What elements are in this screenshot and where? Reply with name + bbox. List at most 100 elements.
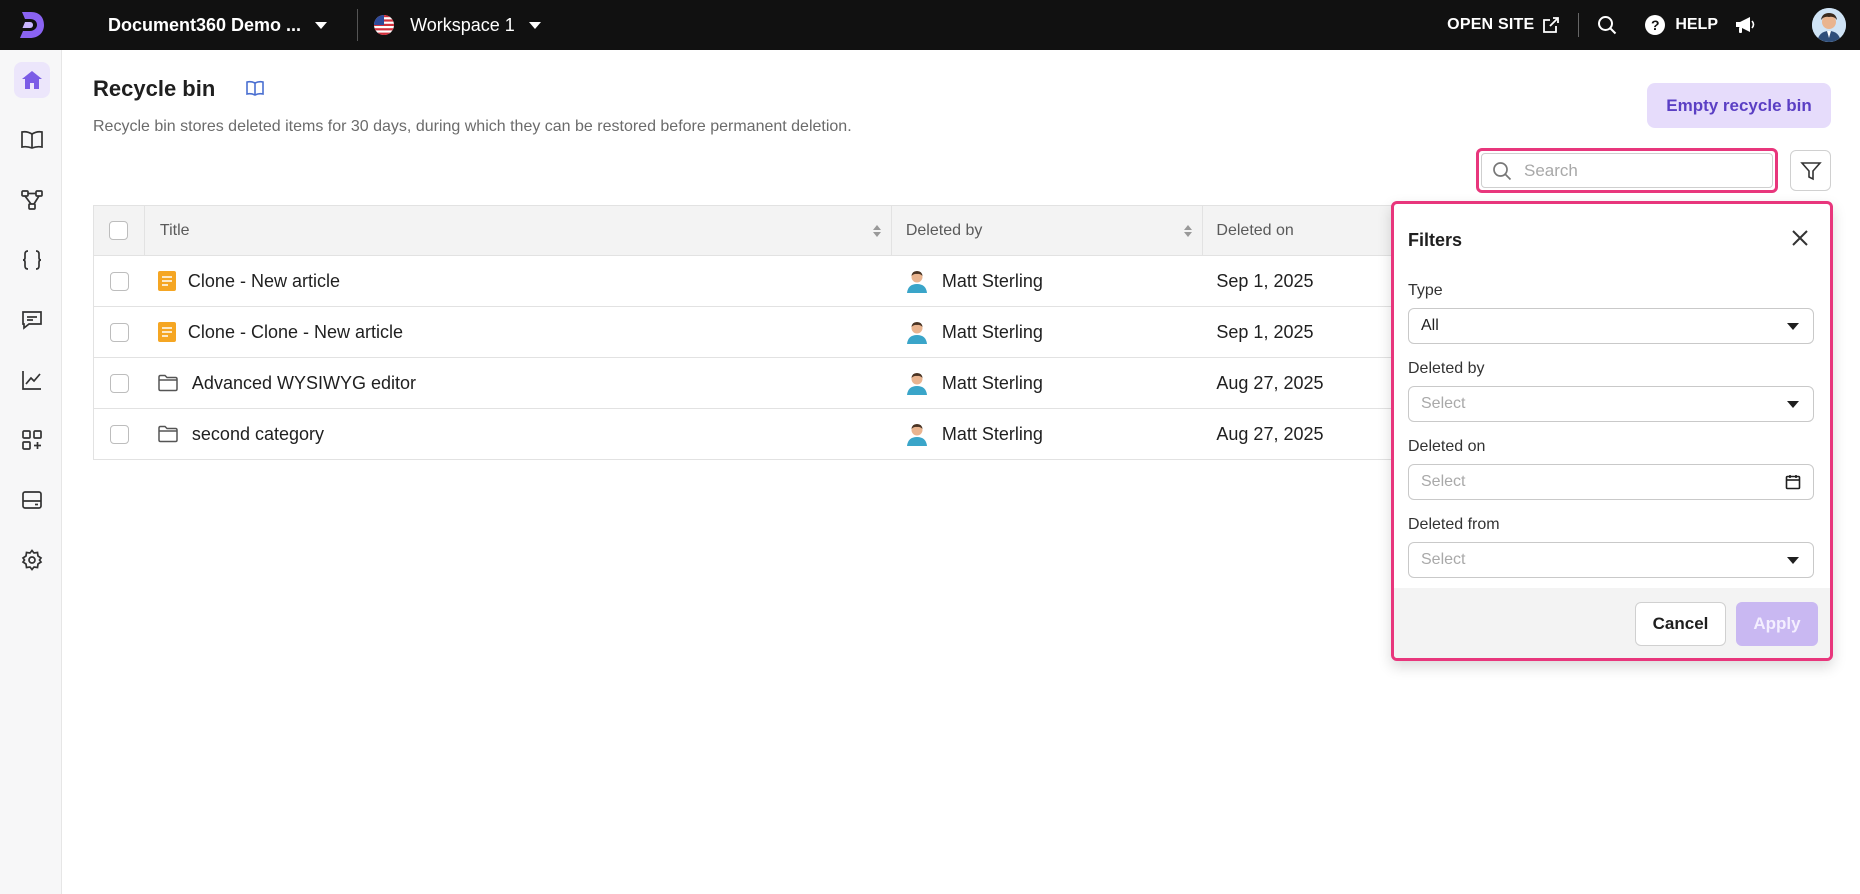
filter-button[interactable] [1790, 150, 1831, 191]
book-icon[interactable] [245, 80, 265, 101]
sidebar [0, 50, 62, 894]
type-select[interactable]: All [1408, 308, 1814, 344]
sidebar-item-documentation[interactable] [14, 122, 50, 158]
column-title[interactable]: Title [145, 206, 892, 255]
workspace-selector[interactable]: Workspace 1 [374, 15, 541, 36]
type-value: All [1421, 317, 1439, 334]
cancel-button[interactable]: Cancel [1635, 602, 1726, 646]
row-title[interactable]: Clone - New article [188, 271, 340, 292]
us-flag-icon [374, 15, 395, 35]
table-row[interactable]: Clone - Clone - New article Matt Sterlin… [94, 307, 1492, 358]
row-checkbox[interactable] [109, 271, 129, 291]
deleted-by-select[interactable]: Select [1408, 386, 1814, 422]
filter-icon [1799, 161, 1822, 180]
article-icon [157, 322, 176, 342]
deleted-from-placeholder: Select [1421, 551, 1466, 568]
sidebar-item-widgets[interactable] [14, 482, 50, 518]
row-checkbox[interactable] [109, 373, 129, 393]
row-deleted-on: Aug 27, 2025 [1216, 372, 1324, 393]
row-title[interactable]: Advanced WYSIWYG editor [192, 373, 416, 394]
user-avatar-icon [906, 422, 928, 446]
filters-footer: Cancel Apply [1394, 588, 1830, 658]
row-deleted-on: Aug 27, 2025 [1216, 423, 1324, 444]
search-box[interactable] [1481, 153, 1773, 188]
comment-icon [22, 311, 42, 330]
table-row[interactable]: Clone - New article Matt Sterling Sep 1,… [94, 256, 1492, 307]
help-button[interactable]: ? HELP [1645, 15, 1718, 35]
sidebar-item-api[interactable] [14, 242, 50, 278]
chevron-down-icon [528, 21, 541, 29]
column-title-label: Title [159, 221, 190, 239]
empty-recycle-bin-button[interactable]: Empty recycle bin [1647, 83, 1831, 128]
home-icon [22, 71, 42, 89]
braces-icon [22, 250, 42, 270]
table-header: Title Deleted by Deleted on [94, 206, 1492, 256]
project-selector[interactable]: Document360 Demo ... [108, 14, 328, 36]
workspace-name: Workspace 1 [410, 14, 515, 35]
sidebar-item-analytics[interactable] [14, 362, 50, 398]
close-icon[interactable] [1790, 228, 1810, 253]
row-deleted-by: Matt Sterling [941, 321, 1043, 342]
sidebar-item-home[interactable] [14, 62, 50, 98]
avatar[interactable] [1812, 8, 1846, 42]
deleted-on-label: Deleted on [1408, 438, 1486, 455]
filters-title: Filters [1408, 230, 1463, 250]
table-row[interactable]: Advanced WYSIWYG editor Matt Sterling Au… [94, 358, 1492, 409]
deleted-on-placeholder: Select [1421, 473, 1466, 490]
row-deleted-by: Matt Sterling [941, 372, 1043, 393]
logo-icon[interactable] [0, 0, 62, 50]
article-icon [157, 271, 176, 291]
top-bar: Document360 Demo ... Workspace 1 OPEN SI… [0, 0, 1860, 50]
row-deleted-on: Sep 1, 2025 [1216, 270, 1314, 291]
column-deleted-on-label: Deleted on [1216, 221, 1294, 239]
book-icon [21, 130, 43, 149]
workflow-icon [21, 190, 43, 210]
row-checkbox[interactable] [109, 424, 129, 444]
search-highlight [1476, 148, 1778, 193]
search-icon [1493, 161, 1512, 180]
open-site-label: OPEN SITE [1447, 16, 1535, 33]
sidebar-item-settings[interactable] [14, 542, 50, 578]
row-deleted-by: Matt Sterling [941, 270, 1043, 291]
column-deleted-by[interactable]: Deleted by [892, 206, 1204, 255]
sidebar-item-workflow[interactable] [14, 182, 50, 218]
megaphone-icon[interactable] [1734, 15, 1756, 35]
project-name: Document360 Demo ... [108, 14, 302, 35]
open-site-link[interactable]: OPEN SITE [1447, 16, 1560, 34]
column-deleted-by-label: Deleted by [905, 221, 983, 239]
help-icon: ? [1645, 15, 1666, 35]
deleted-by-label: Deleted by [1408, 360, 1485, 377]
row-title[interactable]: second category [192, 424, 324, 445]
gear-icon [21, 549, 43, 571]
row-title[interactable]: Clone - Clone - New article [188, 322, 403, 343]
divider [1578, 13, 1580, 37]
apps-icon [22, 430, 42, 450]
deleted-on-date-field[interactable]: Select [1408, 464, 1814, 500]
sidebar-item-feedback[interactable] [14, 302, 50, 338]
search-icon[interactable] [1597, 15, 1617, 35]
search-input[interactable] [1524, 160, 1744, 181]
folder-icon [158, 374, 178, 392]
row-checkbox[interactable] [109, 322, 129, 342]
page-description: Recycle bin stores deleted items for 30 … [93, 118, 852, 135]
row-deleted-by: Matt Sterling [941, 423, 1043, 444]
deleted-from-select[interactable]: Select [1408, 542, 1814, 578]
folder-icon [158, 425, 178, 443]
divider [357, 9, 359, 41]
sidebar-item-integrations[interactable] [14, 422, 50, 458]
help-label: HELP [1675, 16, 1718, 33]
select-all-checkbox[interactable] [109, 221, 129, 240]
recycle-bin-table: Title Deleted by Deleted on Clone - New … [93, 205, 1493, 460]
sort-icon [872, 225, 881, 237]
table-row[interactable]: second category Matt Sterling Aug 27, 20… [94, 409, 1492, 460]
user-avatar-icon [906, 320, 928, 344]
apply-button[interactable]: Apply [1736, 602, 1818, 646]
row-deleted-on: Sep 1, 2025 [1216, 321, 1314, 342]
chart-icon [22, 371, 41, 390]
deleted-from-label: Deleted from [1408, 516, 1500, 533]
chevron-down-icon [315, 21, 328, 29]
chevron-down-icon [1787, 401, 1799, 408]
calendar-icon[interactable] [1785, 474, 1801, 490]
user-avatar-icon [906, 269, 928, 293]
user-avatar-icon [906, 371, 928, 395]
